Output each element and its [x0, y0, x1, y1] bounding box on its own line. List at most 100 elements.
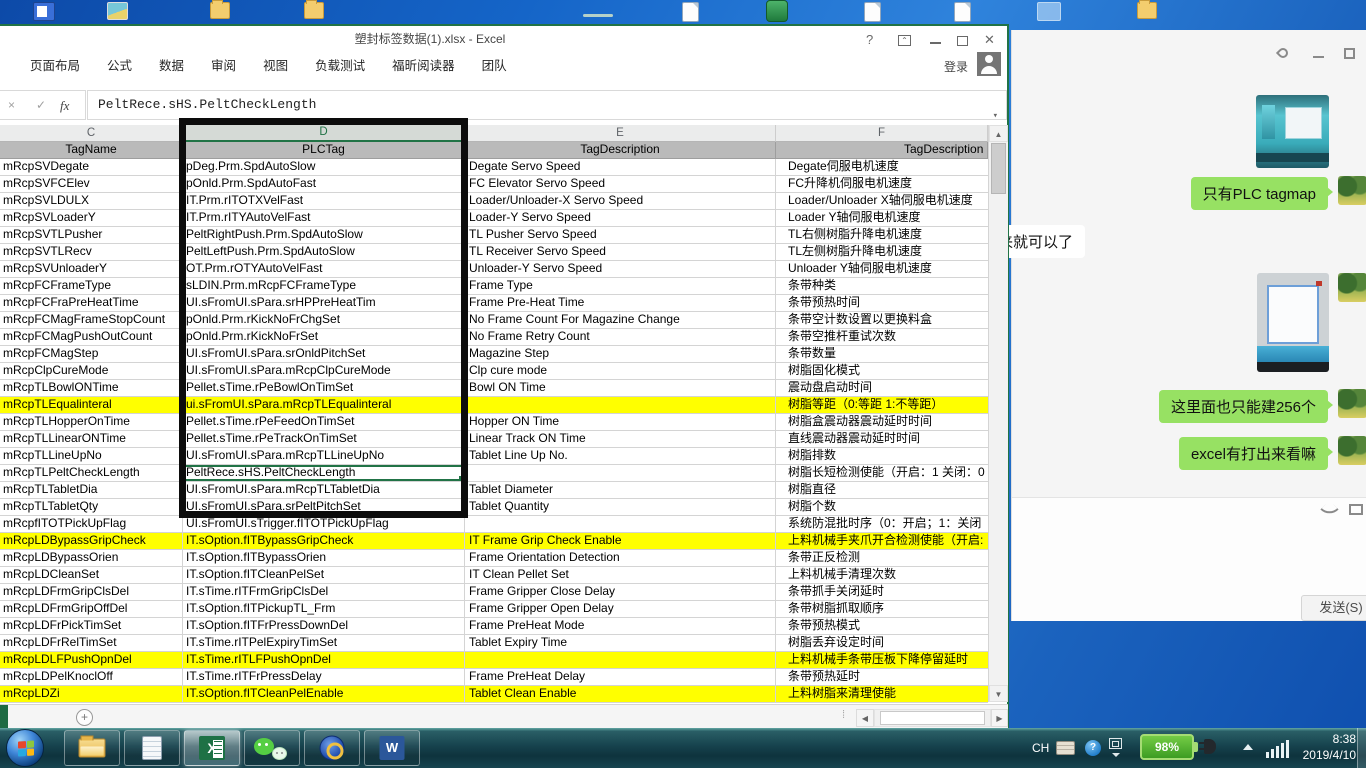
cell-c[interactable]: mRcpfITOTPickUpFlag [0, 516, 183, 533]
cell-f[interactable]: 条带预热模式 [776, 618, 988, 635]
cell-c[interactable]: mRcpSVDegate [0, 159, 183, 176]
cell-c[interactable]: mRcpTLEqualinteral [0, 397, 183, 414]
desktop-icon-file[interactable] [682, 2, 699, 22]
cell-e[interactable]: TL Pusher Servo Speed [465, 227, 776, 244]
cell-e[interactable]: Frame PreHeat Mode [465, 618, 776, 635]
cell-c[interactable]: mRcpSVFCElev [0, 176, 183, 193]
close-icon[interactable]: ✕ [984, 33, 995, 46]
photo-message[interactable] [1257, 273, 1329, 372]
cell-c[interactable]: mRcpSVUnloaderY [0, 261, 183, 278]
cell-f[interactable]: Degate伺服电机速度 [776, 159, 988, 176]
cell-e[interactable]: Frame Orientation Detection [465, 550, 776, 567]
cell-f[interactable]: 震动盘启动时间 [776, 380, 988, 397]
cell-f[interactable]: 树脂丢弃设定时间 [776, 635, 988, 652]
cell-f[interactable]: 上料机械手夹爪开合检测使能（开启: [776, 533, 988, 550]
cell-f[interactable]: 树脂个数 [776, 499, 988, 516]
cell-e[interactable]: Frame Type [465, 278, 776, 295]
cell-e[interactable]: Tablet Diameter [465, 482, 776, 499]
cell-c[interactable]: mRcpFCMagFrameStopCount [0, 312, 183, 329]
clock-date[interactable]: 2019/4/10 [1290, 748, 1356, 762]
cell-e[interactable]: Frame Pre-Heat Time [465, 295, 776, 312]
cell-f[interactable]: 条带空推杆重试次数 [776, 329, 988, 346]
desktop-icon-file[interactable] [954, 2, 971, 22]
cell-f[interactable]: FC升降机伺服电机速度 [776, 176, 988, 193]
desktop-icon-picture[interactable] [107, 2, 128, 20]
horizontal-scrollbar[interactable] [874, 709, 991, 727]
cell-c[interactable]: mRcpLDZi [0, 686, 183, 703]
tab-formulas[interactable]: 公式 [107, 55, 132, 74]
cell-f[interactable]: 直线震动器震动延时时间 [776, 431, 988, 448]
minimize-icon[interactable] [1313, 56, 1324, 58]
header-tagdescription[interactable]: TagDescription [465, 142, 776, 159]
column-header-c[interactable]: C [0, 125, 183, 142]
chat-bubble-outgoing[interactable]: 这里面也只能建256个 [1159, 390, 1328, 423]
cell-c[interactable]: mRcpTLLineUpNo [0, 448, 183, 465]
cell-f[interactable]: 树脂固化模式 [776, 363, 988, 380]
formula-input[interactable]: PeltRece.sHS.PeltCheckLength ▾ [87, 90, 1007, 120]
battery-indicator[interactable]: 98% [1140, 734, 1194, 760]
cell-f[interactable]: 系统防混批时序（0：开启；1：关闭 [776, 516, 988, 533]
taskbar-word-button[interactable]: W [364, 730, 420, 766]
avatar[interactable] [1338, 273, 1366, 302]
column-header-e[interactable]: E [465, 125, 776, 142]
cell-f[interactable]: 条带预热时间 [776, 295, 988, 312]
cell-d[interactable]: IT.sOption.fITCleanPelEnable [183, 686, 465, 703]
cell-c[interactable]: mRcpLDCleanSet [0, 567, 183, 584]
network-signal-icon[interactable] [1266, 738, 1292, 758]
cell-f[interactable]: Loader Y轴伺服电机速度 [776, 210, 988, 227]
cell-e[interactable]: No Frame Retry Count [465, 329, 776, 346]
cell-f[interactable]: TL右侧树脂升降电机速度 [776, 227, 988, 244]
cell-f[interactable]: 树脂排数 [776, 448, 988, 465]
cell-e[interactable]: Tablet Quantity [465, 499, 776, 516]
taskbar-excel-button[interactable]: X [184, 730, 240, 766]
cell-c[interactable]: mRcpFCMagPushOutCount [0, 329, 183, 346]
cell-f[interactable]: 树脂盒震动器震动延时时间 [776, 414, 988, 431]
add-sheet-button[interactable]: + [76, 709, 93, 726]
cell-e[interactable]: Tablet Clean Enable [465, 686, 776, 703]
header-tagname[interactable]: TagName [0, 142, 183, 159]
vertical-scrollbar[interactable]: ▲ ▼ [988, 125, 1008, 702]
cell-f[interactable]: 条带树脂抓取顺序 [776, 601, 988, 618]
chat-bubble-outgoing[interactable]: 只有PLC tagmap [1191, 177, 1328, 210]
desktop-icon-folder[interactable] [1137, 2, 1157, 19]
column-header-f[interactable]: F [776, 125, 988, 142]
cell-c[interactable]: mRcpTLPeltCheckLength [0, 465, 183, 482]
cell-e[interactable]: Frame Gripper Open Delay [465, 601, 776, 618]
help-tray-icon[interactable]: ? [1085, 740, 1101, 756]
cell-e[interactable]: Frame PreHeat Delay [465, 669, 776, 686]
cell-d[interactable]: IT.sTime.rITFrPressDelay [183, 669, 465, 686]
cell-f[interactable]: 条带预热延时 [776, 669, 988, 686]
sign-in-button[interactable]: 登录 [944, 58, 968, 75]
cell-e[interactable]: Magazine Step [465, 346, 776, 363]
cell-e[interactable]: Tablet Line Up No. [465, 448, 776, 465]
cell-e[interactable]: Unloader-Y Servo Speed [465, 261, 776, 278]
cell-c[interactable]: mRcpClpCureMode [0, 363, 183, 380]
cell-e[interactable]: Linear Track ON Time [465, 431, 776, 448]
cell-c[interactable]: mRcpLDLFPushOpnDel [0, 652, 183, 669]
cell-f[interactable]: 树脂长短检测使能（开启：1 关闭：0 [776, 465, 988, 482]
cell-c[interactable]: mRcpLDFrmGripClsDel [0, 584, 183, 601]
cell-e[interactable] [465, 652, 776, 669]
cell-c[interactable]: mRcpSVTLRecv [0, 244, 183, 261]
clock-time[interactable]: 8:38 [1296, 732, 1356, 746]
cell-c[interactable]: mRcpTLLinearONTime [0, 431, 183, 448]
cell-f[interactable]: 上料机械手清理次数 [776, 567, 988, 584]
language-indicator[interactable]: CH [1032, 741, 1049, 755]
cell-d[interactable]: IT.sTime.rITLFPushOpnDel [183, 652, 465, 669]
desktop-icon-file[interactable] [864, 2, 881, 22]
tab-foxit-reader[interactable]: 福昕阅读器 [392, 55, 455, 74]
insert-function-icon[interactable]: fx [60, 98, 69, 114]
cancel-icon[interactable]: × [8, 98, 15, 112]
scroll-right-icon[interactable]: ▶ [991, 709, 1008, 727]
desktop-icon-minimized-window[interactable] [583, 14, 613, 17]
cell-e[interactable]: No Frame Count For Magazine Change [465, 312, 776, 329]
cell-c[interactable]: mRcpLDFrPickTimSet [0, 618, 183, 635]
tab-load-test[interactable]: 负载测试 [315, 55, 365, 74]
sheet-tab[interactable] [0, 705, 8, 730]
cell-c[interactable]: mRcpFCFraPreHeatTime [0, 295, 183, 312]
cell-e[interactable]: IT Clean Pellet Set [465, 567, 776, 584]
window-expand-icon[interactable] [1109, 738, 1122, 749]
desktop-icon-recycle[interactable] [766, 0, 788, 22]
cell-d[interactable]: IT.sTime.rITFrmGripClsDel [183, 584, 465, 601]
cell-f[interactable]: 树脂直径 [776, 482, 988, 499]
